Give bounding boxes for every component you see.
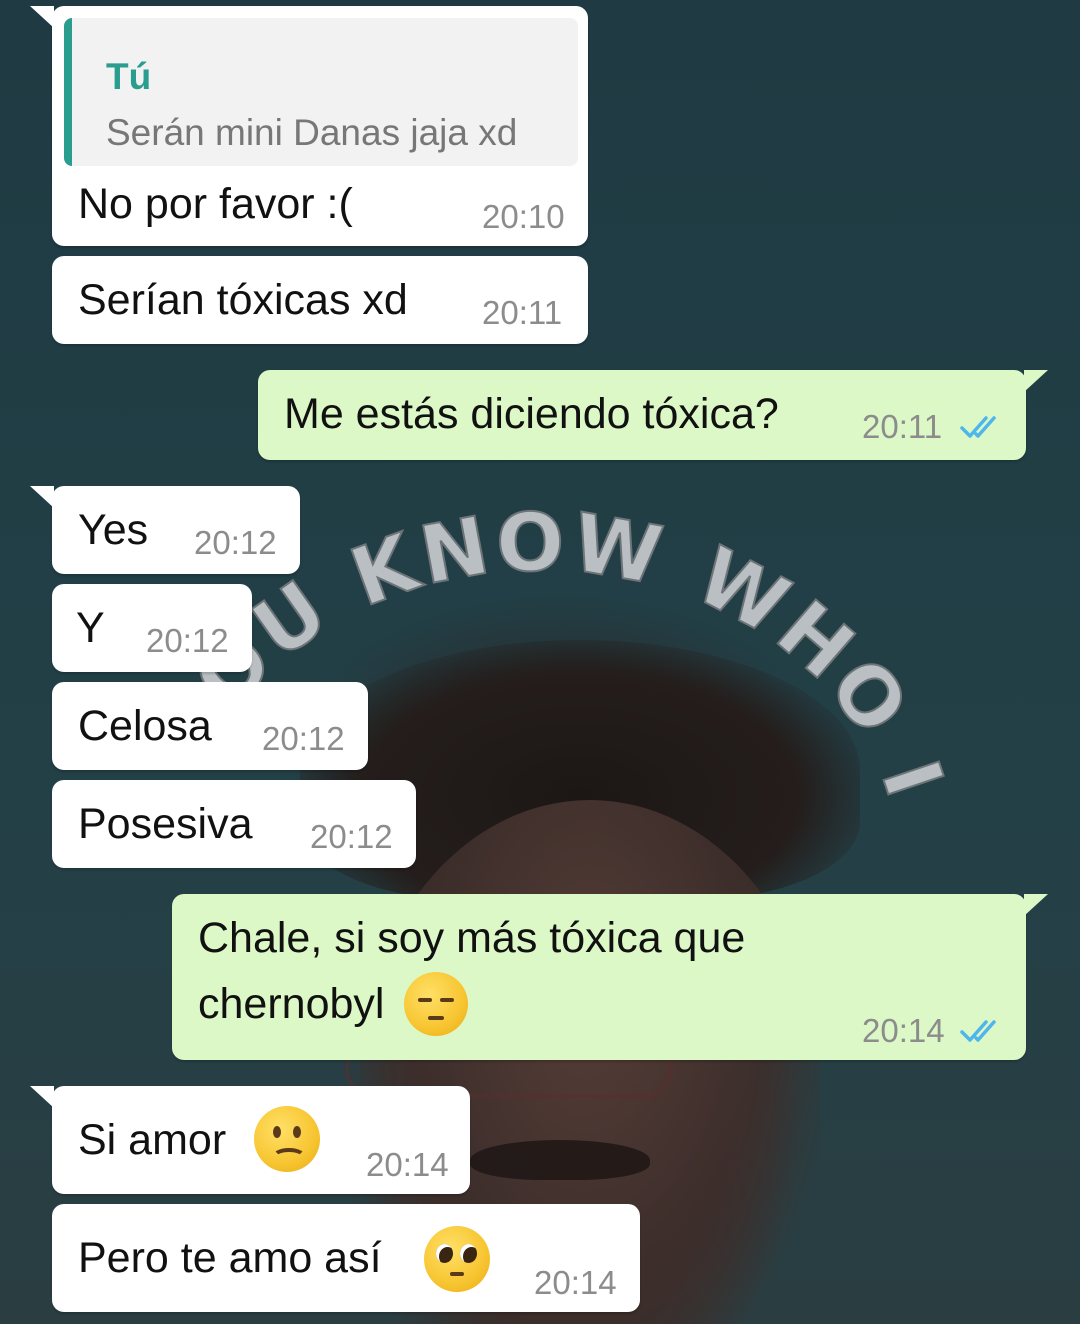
frowning-face-emoji [254,1106,320,1172]
message-text: Celosa [78,702,212,750]
message-bubble-incoming[interactable]: Posesiva 20:12 [52,780,416,868]
read-receipt-double-check-icon [960,416,996,438]
pensive-face-emoji [404,972,468,1036]
message-time: 20:11 [482,294,563,331]
message-list[interactable]: Tú Serán mini Danas jaja xd No por favor… [0,0,1080,1324]
read-receipt-double-check-icon [960,1020,996,1042]
message-bubble-incoming[interactable]: Tú Serán mini Danas jaja xd No por favor… [30,6,588,246]
message-time: 20:14 [534,1264,617,1301]
quoted-author: Tú [106,56,152,97]
message-text: Serían tóxicas xd [78,276,408,324]
message-text: Y [76,604,105,652]
message-bubble-outgoing[interactable]: Me estás diciendo tóxica? 20:11 [258,370,1048,460]
quoted-message[interactable]: Tú Serán mini Danas jaja xd [64,18,578,166]
message-time: 20:14 [862,1012,945,1049]
pleading-face-emoji [424,1226,490,1292]
message-time: 20:10 [482,198,565,235]
message-text-line1: Chale, si soy más tóxica que [198,914,746,962]
quoted-text: Serán mini Danas jaja xd [106,112,518,153]
message-text: No por favor :( [78,180,353,228]
message-text: Posesiva [78,800,253,848]
message-time: 20:12 [194,524,277,561]
message-time: 20:12 [310,818,393,855]
message-text: Me estás diciendo tóxica? [284,390,779,438]
message-text: Pero te amo así [78,1234,382,1282]
message-bubble-incoming[interactable]: Pero te amo así 20:14 [52,1204,640,1312]
message-time: 20:12 [146,622,229,659]
message-bubble-incoming[interactable]: Si amor 20:14 [30,1086,470,1194]
message-bubble-outgoing[interactable]: Chale, si soy más tóxica que chernobyl 2… [172,894,1048,1060]
message-bubble-incoming[interactable]: Y 20:12 [52,584,252,672]
message-text-line2: chernobyl [198,980,385,1028]
message-bubble-incoming[interactable]: Serían tóxicas xd 20:11 [52,256,588,344]
message-time: 20:14 [366,1146,449,1183]
message-time: 20:12 [262,720,345,757]
message-text: Yes [78,506,149,554]
message-bubble-incoming[interactable]: Celosa 20:12 [52,682,368,770]
message-bubble-incoming[interactable]: Yes 20:12 [30,486,300,574]
message-text: Si amor [78,1116,227,1164]
message-time: 20:11 [862,408,943,445]
